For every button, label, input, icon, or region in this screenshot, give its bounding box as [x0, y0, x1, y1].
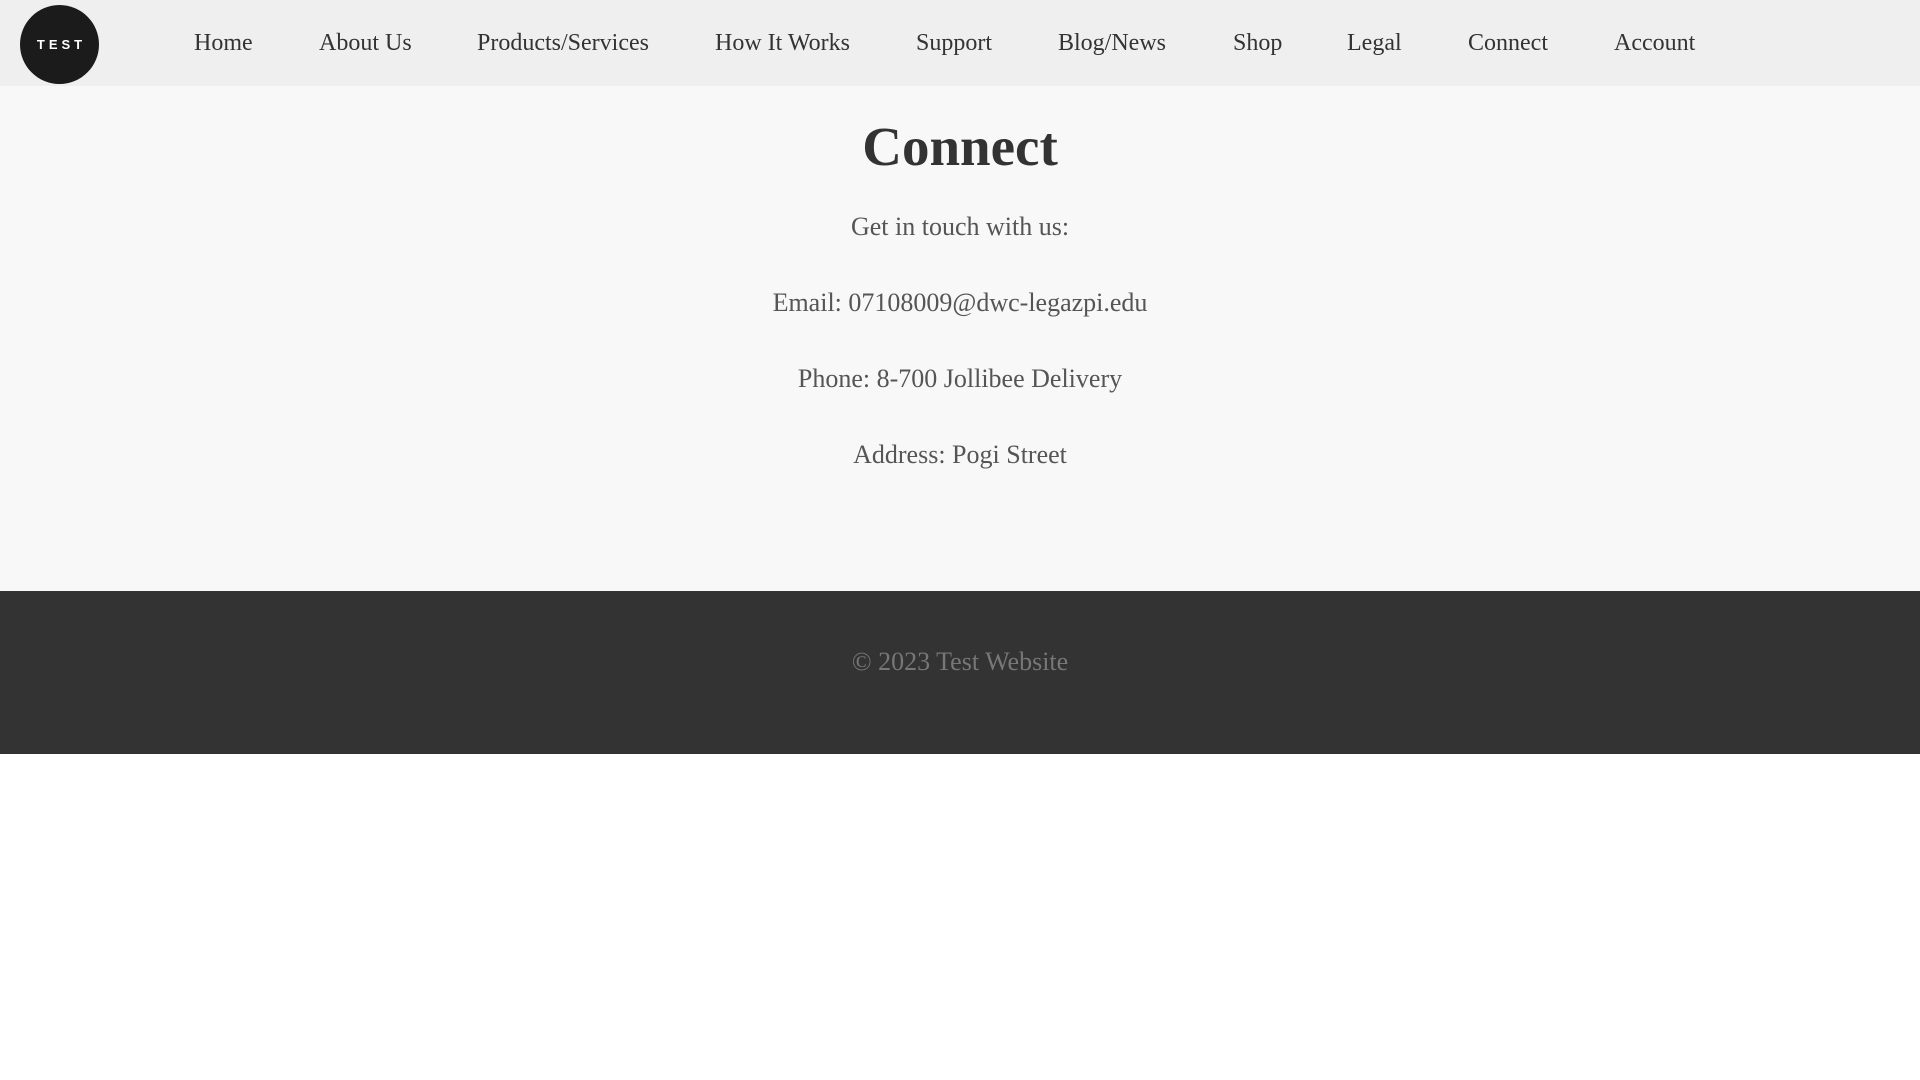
footer-copyright: © 2023 Test Website	[851, 647, 1069, 676]
site-footer: © 2023 Test Website	[0, 591, 1920, 754]
nav-link-support[interactable]: Support	[916, 28, 992, 58]
nav-link-account[interactable]: Account	[1614, 28, 1695, 58]
page-title: Connect	[862, 116, 1058, 177]
nav-link-home[interactable]: Home	[194, 28, 253, 58]
contact-address: Address: Pogi Street	[853, 440, 1067, 469]
site-header: TEST Home About Us Products/Services How…	[0, 0, 1920, 86]
contact-intro: Get in touch with us:	[850, 212, 1070, 241]
main-nav: Home About Us Products/Services How It W…	[0, 0, 1920, 86]
nav-link-how-it-works[interactable]: How It Works	[715, 28, 850, 58]
nav-link-legal[interactable]: Legal	[1347, 28, 1402, 58]
nav-link-about-us[interactable]: About Us	[319, 28, 412, 58]
contact-phone: Phone: 8-700 Jollibee Delivery	[797, 364, 1123, 393]
nav-link-shop[interactable]: Shop	[1233, 28, 1282, 58]
contact-email: Email: 07108009@dwc-legazpi.edu	[772, 288, 1148, 317]
nav-link-connect[interactable]: Connect	[1468, 28, 1548, 58]
nav-link-blog-news[interactable]: Blog/News	[1058, 28, 1166, 58]
connect-section: Connect Get in touch with us: Email: 071…	[0, 86, 1920, 591]
nav-link-products-services[interactable]: Products/Services	[477, 28, 649, 58]
